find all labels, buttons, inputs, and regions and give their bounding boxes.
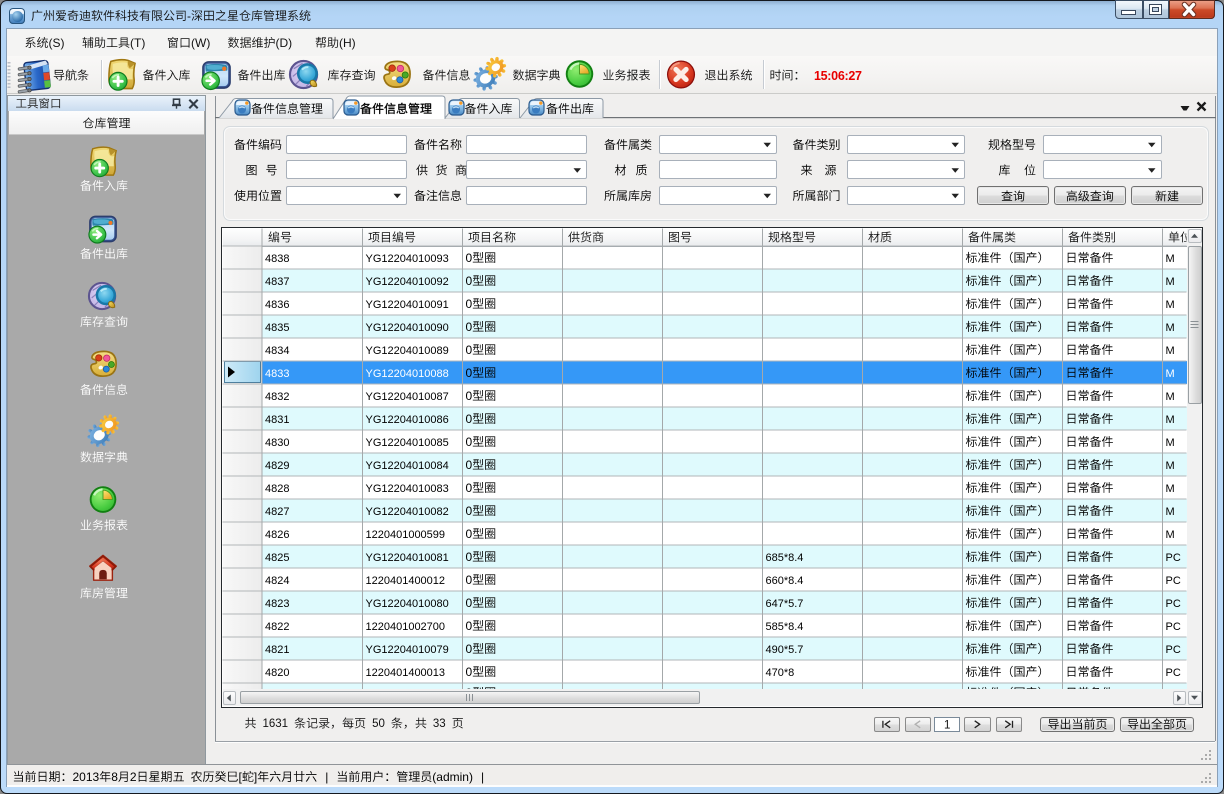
svg-text:YG12204010081: YG12204010081 (366, 552, 449, 564)
svg-text:4820: 4820 (265, 667, 289, 679)
svg-text:647*5.7: 647*5.7 (766, 598, 804, 610)
svg-text:M: M (1166, 506, 1175, 518)
svg-text:(H): (H) (339, 36, 356, 50)
svg-text:4828: 4828 (265, 483, 289, 495)
svg-text:1220401400012: 1220401400012 (366, 575, 446, 587)
svg-text:|: | (325, 770, 328, 784)
svg-text:4829: 4829 (265, 460, 289, 472)
svg-text:M: M (1166, 529, 1175, 541)
svg-text:M: M (1166, 391, 1175, 403)
svg-text:|: | (481, 770, 484, 784)
svg-text:4827: 4827 (265, 506, 289, 518)
svg-text:33: 33 (433, 718, 446, 730)
svg-text:8: 8 (111, 770, 118, 784)
svg-text:M: M (1166, 299, 1175, 311)
svg-text:PC: PC (1166, 667, 1181, 679)
svg-text:685*8.4: 685*8.4 (766, 552, 804, 564)
svg-text:2: 2 (130, 770, 137, 784)
svg-text:M: M (1166, 368, 1175, 380)
svg-text:15:06:27: 15:06:27 (814, 69, 862, 83)
svg-text:YG12204010078: YG12204010078 (366, 688, 449, 700)
svg-text:4831: 4831 (265, 414, 289, 426)
svg-text:PC: PC (1166, 644, 1181, 656)
svg-text:[: [ (239, 770, 243, 784)
svg-text:M: M (1166, 483, 1175, 495)
svg-text:(W): (W) (191, 36, 210, 50)
svg-text:4833: 4833 (265, 368, 289, 380)
svg-text:M: M (1166, 253, 1175, 265)
svg-text:YG12204010084: YG12204010084 (366, 460, 449, 472)
svg-text:PC: PC (1166, 552, 1181, 564)
svg-text:2013: 2013 (73, 770, 100, 784)
svg-text:PC: PC (1166, 575, 1181, 587)
svg-text:]: ] (254, 770, 257, 784)
svg-text:YG12204010090: YG12204010090 (366, 322, 449, 334)
svg-text:4823: 4823 (265, 598, 289, 610)
svg-text:-: - (187, 9, 191, 23)
svg-text:(T): (T) (130, 36, 145, 50)
svg-text:50: 50 (372, 718, 385, 730)
svg-text:M: M (1166, 437, 1175, 449)
svg-text:YG12204010086: YG12204010086 (366, 414, 449, 426)
svg-text:4832: 4832 (265, 391, 289, 403)
svg-text:M: M (1166, 322, 1175, 334)
svg-text:4830: 4830 (265, 437, 289, 449)
svg-text:4834: 4834 (265, 345, 289, 357)
svg-text:PC: PC (1166, 598, 1181, 610)
svg-text:4836: 4836 (265, 299, 289, 311)
svg-text:4826: 4826 (265, 529, 289, 541)
svg-text:660*8.4: 660*8.4 (766, 575, 804, 587)
svg-text:585*8.4: 585*8.4 (766, 621, 804, 633)
svg-text:4838: 4838 (265, 253, 289, 265)
svg-text:1: 1 (944, 720, 950, 732)
svg-text:M: M (1166, 276, 1175, 288)
svg-text:YG12204010093: YG12204010093 (366, 253, 449, 265)
svg-text:M: M (1166, 345, 1175, 357)
svg-text:(S): (S) (49, 36, 65, 50)
svg-text:490*5.7: 490*5.7 (766, 644, 804, 656)
svg-text:4837: 4837 (265, 276, 289, 288)
svg-text:YG12204010092: YG12204010092 (366, 276, 449, 288)
svg-text:YG12204010080: YG12204010080 (366, 598, 449, 610)
svg-text:YG12204010087: YG12204010087 (366, 391, 449, 403)
svg-text:4824: 4824 (265, 575, 289, 587)
svg-text:M: M (1166, 460, 1175, 472)
svg-text:(D): (D) (276, 36, 293, 50)
svg-text:M: M (1166, 414, 1175, 426)
svg-text:YG12204010085: YG12204010085 (366, 437, 449, 449)
svg-text:4821: 4821 (265, 644, 289, 656)
svg-text:1220401000599: 1220401000599 (366, 529, 446, 541)
svg-text:YG12204010091: YG12204010091 (366, 299, 449, 311)
svg-text:1220401002700: 1220401002700 (366, 621, 446, 633)
svg-text:YG12204010082: YG12204010082 (366, 506, 449, 518)
svg-text:470*8: 470*8 (766, 667, 795, 679)
svg-text:4835: 4835 (265, 322, 289, 334)
svg-text:YG12204010089: YG12204010089 (366, 345, 449, 357)
svg-text:PC: PC (1166, 621, 1181, 633)
svg-text:4825: 4825 (265, 552, 289, 564)
svg-text:(admin): (admin) (432, 770, 473, 784)
svg-text:YG12204010079: YG12204010079 (366, 644, 449, 656)
svg-text:YG12204010088: YG12204010088 (366, 368, 449, 380)
svg-text:1220401400013: 1220401400013 (366, 667, 446, 679)
svg-text:YG12204010083: YG12204010083 (366, 483, 449, 495)
svg-text:4822: 4822 (265, 621, 289, 633)
svg-text:1631: 1631 (263, 718, 289, 730)
svg-text:4819: 4819 (265, 688, 289, 700)
